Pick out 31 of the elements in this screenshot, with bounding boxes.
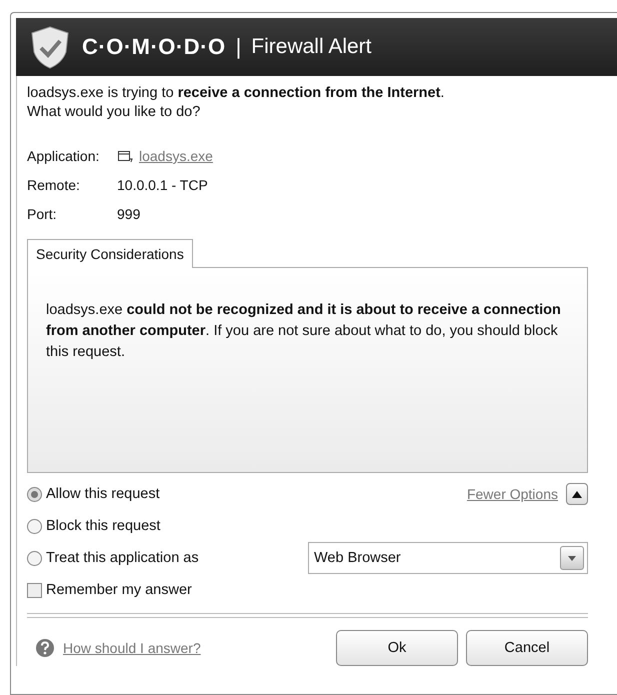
- fewer-options-link[interactable]: Fewer Options: [466, 486, 558, 502]
- window-title: Firewall Alert: [251, 35, 372, 59]
- option-label[interactable]: Treat this application as: [46, 550, 199, 566]
- application-link[interactable]: loadsys.exe: [139, 148, 213, 164]
- detail-value: 10.0.0.1 - TCP: [117, 177, 208, 193]
- detail-value: 999: [117, 206, 140, 222]
- up-arrow-icon: [572, 490, 582, 498]
- caret-icon: [568, 556, 576, 560]
- brand-name: C·O·M·O·D·O: [82, 34, 226, 60]
- ok-button[interactable]: Ok: [336, 630, 458, 666]
- option-label[interactable]: Allow this request: [46, 486, 160, 502]
- help-link[interactable]: How should I answer?: [63, 640, 201, 656]
- radio-button[interactable]: [27, 550, 42, 566]
- title-separator: |: [236, 34, 242, 60]
- cancel-button[interactable]: Cancel: [466, 630, 588, 666]
- message-text: loadsys.exe could not be recognized and it is about to receive a connection from another computer. If you are not sure about what to do, you should block this request.: [46, 301, 562, 362]
- checkbox[interactable]: [27, 582, 42, 598]
- help-icon: [35, 638, 55, 658]
- collapse-button[interactable]: [566, 483, 588, 505]
- radio-button[interactable]: [27, 518, 42, 534]
- intro-text: loadsys.exe is trying to receive a connection from the Internet.: [27, 84, 446, 103]
- detail-label: Port:: [27, 206, 58, 222]
- detail-label: Application:: [27, 148, 100, 164]
- question-text: What would you like to do?: [27, 103, 202, 122]
- detail-label: Remote:: [27, 177, 81, 193]
- radio-button[interactable]: [27, 486, 42, 502]
- checkbox-label[interactable]: Remember my answer: [46, 582, 192, 598]
- tab[interactable]: Security Considerations: [27, 239, 193, 268]
- window-icon: [117, 149, 133, 163]
- option-label[interactable]: Block this request: [46, 518, 160, 534]
- type-dropdown[interactable]: Web Browser: [308, 542, 588, 574]
